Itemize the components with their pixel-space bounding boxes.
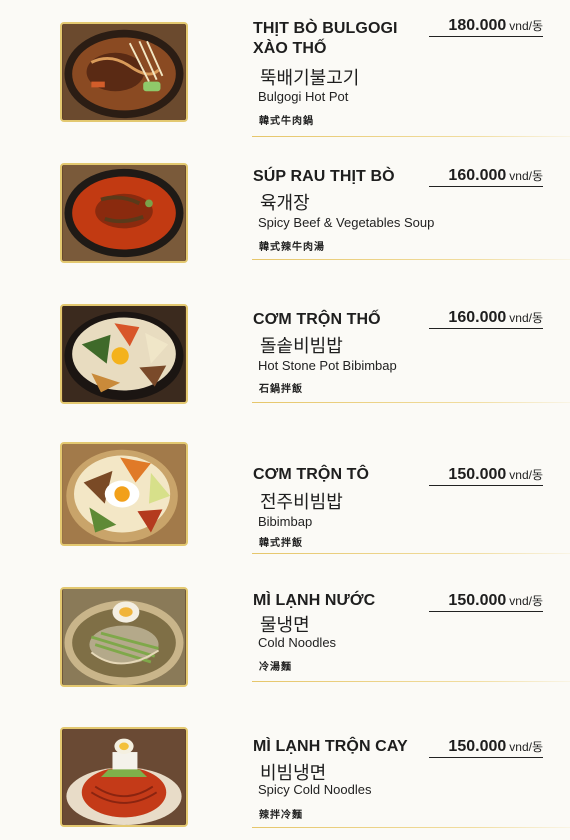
spicy-beef-soup-image [62,165,186,261]
price-unit: vnd/동 [509,594,543,608]
item-korean-name: 물냉면 [260,615,310,636]
item-name: MÌ LẠNH TRỘN CAY [253,738,408,755]
item-korean-name: 육개장 [260,193,310,214]
bibimbap-image [62,444,186,544]
item-chinese-name: 韓式牛肉鍋 [259,116,314,127]
price-value: 150.000 [448,592,507,609]
cold-noodles-photo [60,587,188,687]
bulgogi-hot-pot-image [62,24,186,120]
item-price: 150.000 vnd/동 [429,466,543,486]
item-korean-name: 돌솥비빔밥 [260,336,343,357]
price-unit: vnd/동 [509,169,543,183]
hot-stone-bibimbap-photo [60,304,188,404]
item-divider [252,402,570,403]
item-divider [252,553,570,554]
item-name: CƠM TRỘN TÔ [253,466,370,483]
bibimbap-photo [60,442,188,546]
item-english-name: Spicy Beef & Vegetables Soup [258,215,435,230]
item-chinese-name: 韓式拌飯 [259,538,303,549]
item-divider [252,681,570,682]
price-unit: vnd/동 [509,740,543,754]
item-english-name: Spicy Cold Noodles [258,782,372,797]
item-name: SÚP RAU THỊT BÒ [253,168,395,185]
item-price: 160.000 vnd/동 [429,167,543,187]
item-price: 180.000 vnd/동 [429,17,543,37]
item-korean-name: 전주비빔밥 [260,492,343,513]
price-unit: vnd/동 [509,19,543,33]
item-english-name: Bulgogi Hot Pot [258,89,349,104]
item-price: 150.000 vnd/동 [429,592,543,612]
item-divider [252,259,570,260]
price-value: 180.000 [448,17,507,34]
item-english-name: Hot Stone Pot Bibimbap [258,358,397,373]
price-value: 150.000 [448,466,507,483]
item-chinese-name: 韓式辣牛肉湯 [259,242,325,253]
item-chinese-name: 石鍋拌飯 [259,384,303,395]
item-english-name: Cold Noodles [258,635,337,650]
item-price: 150.000 vnd/동 [429,738,543,758]
item-name: MÌ LẠNH NƯỚC [253,592,376,609]
price-value: 160.000 [448,167,507,184]
spicy-cold-noodles-photo [60,727,188,827]
item-chinese-name: 冷湯麵 [259,662,292,673]
price-value: 150.000 [448,738,507,755]
item-name: CƠM TRỘN THỐ [253,311,381,328]
spicy-beef-soup-photo [60,163,188,263]
hot-stone-bibimbap-image [62,306,186,402]
bulgogi-hot-pot-photo [60,22,188,122]
price-value: 160.000 [448,309,507,326]
price-unit: vnd/동 [509,468,543,482]
item-divider [252,827,570,828]
item-name: THỊT BÒ BULGOGI XÀO THỐ [253,20,398,57]
spicy-cold-noodles-image [62,729,186,825]
item-price: 160.000 vnd/동 [429,309,543,329]
item-chinese-name: 辣拌冷麵 [259,810,303,821]
item-divider [252,136,570,137]
price-unit: vnd/동 [509,311,543,325]
item-korean-name: 뚝배기불고기 [260,68,360,89]
cold-noodles-image [62,589,186,685]
item-english-name: Bibimbap [258,514,313,529]
